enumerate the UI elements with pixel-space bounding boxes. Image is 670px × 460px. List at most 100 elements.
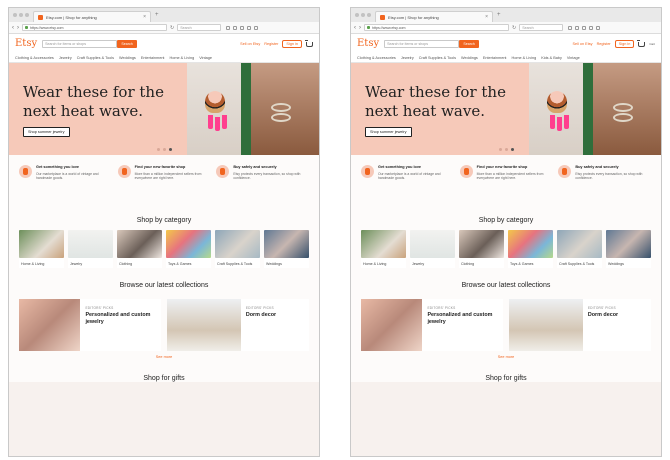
forward-icon[interactable]: › [17, 25, 19, 31]
category-tile[interactable]: Toys & Games [508, 230, 553, 268]
signin-button[interactable]: Sign in [614, 40, 635, 48]
header-links: Sell on Etsy Register Sign in [240, 39, 313, 48]
carousel-dots[interactable] [9, 148, 319, 151]
signin-button[interactable]: Sign in [282, 40, 302, 48]
window-controls[interactable] [355, 13, 371, 17]
window-controls[interactable] [13, 13, 29, 17]
category-tile[interactable]: Weddings [606, 230, 651, 268]
site-search-button[interactable]: Search [117, 40, 138, 48]
site-header: Etsy Search for items or shops Search Se… [9, 34, 319, 54]
category-nav-item[interactable]: Jewelry [401, 56, 414, 60]
site-search-button[interactable]: Search [459, 40, 480, 48]
browser-search-input[interactable]: Search [177, 24, 222, 31]
browser-toolbar: ‹ › https://www.etsy.com ↻ Search [9, 22, 319, 34]
tab-title: Etsy.com | Shop for anything [388, 14, 439, 20]
category-nav-item[interactable]: Clothing & Accessories [15, 56, 54, 60]
collections: EDITORS' PICKS Personalized and custom je… [9, 295, 319, 351]
category-nav-item[interactable]: Clothing & Accessories [357, 56, 396, 60]
home-icon[interactable] [247, 25, 252, 30]
register-link[interactable]: Register [264, 42, 278, 46]
bangle-graphic [613, 103, 633, 112]
carousel-dots[interactable] [351, 148, 661, 151]
bookmark-icon[interactable] [226, 25, 231, 30]
category-nav-item[interactable]: Weddings [461, 56, 478, 60]
category-tile[interactable]: Clothing [459, 230, 504, 268]
shop-by-category-title: Shop by category [136, 217, 192, 224]
category-nav-item[interactable]: Vintage [199, 56, 212, 60]
shop-for-gifts-title: Shop for gifts [143, 375, 185, 382]
collections: EDITORS' PICKS Personalized and custom je… [351, 295, 661, 351]
category-tile[interactable]: Home & Living [361, 230, 406, 268]
download-icon[interactable] [582, 25, 587, 30]
category-nav-item[interactable]: Vintage [567, 56, 580, 60]
reload-icon[interactable]: ↻ [512, 25, 516, 31]
etsy-logo[interactable]: Etsy [15, 39, 37, 49]
lock-icon [367, 26, 370, 29]
collection-card[interactable]: EDITORS' PICKS Personalized and custom je… [361, 299, 503, 351]
forward-icon[interactable]: › [359, 25, 361, 31]
see-more-link[interactable]: See more [9, 351, 319, 363]
browser-toolbar: ‹ › https://www.etsy.com ↻ Search [351, 22, 661, 34]
category-tile[interactable]: Jewelry [410, 230, 455, 268]
category-nav-item[interactable]: Craft Supplies & Tools [419, 56, 456, 60]
cart-icon[interactable] [637, 39, 646, 47]
category-tile[interactable]: Weddings [264, 230, 309, 268]
library-icon[interactable] [233, 25, 238, 30]
collection-image [19, 299, 81, 351]
site-search-input[interactable]: Search for items or shops [42, 40, 118, 48]
sell-link[interactable]: Sell on Etsy [573, 42, 593, 46]
download-icon[interactable] [240, 25, 245, 30]
close-tab-icon[interactable]: × [485, 14, 488, 20]
url-text: https://www.etsy.com [372, 25, 406, 30]
tab-title: Etsy.com | Shop for anything [46, 14, 97, 20]
tassel-graphic [222, 115, 227, 129]
category-tile[interactable]: Clothing [117, 230, 162, 268]
menu-icon[interactable] [596, 25, 601, 30]
reload-icon[interactable]: ↻ [170, 25, 174, 31]
category-nav-item[interactable]: Kids & Baby [541, 56, 562, 60]
hero-cta-button[interactable]: Shop summer jewelry [23, 127, 70, 137]
category-tile[interactable]: Craft Supplies & Tools [557, 230, 602, 268]
category-tile[interactable]: Craft Supplies & Tools [215, 230, 260, 268]
category-nav-item[interactable]: Entertainment [483, 56, 507, 60]
library-icon[interactable] [575, 25, 580, 30]
category-nav-item[interactable]: Weddings [119, 56, 136, 60]
category-tile[interactable]: Jewelry [68, 230, 113, 268]
browser-window-left: Etsy.com | Shop for anything × + ‹ › htt… [8, 7, 320, 457]
back-icon[interactable]: ‹ [12, 25, 14, 31]
see-more-link[interactable]: See more [351, 351, 661, 363]
category-tile[interactable]: Home & Living [19, 230, 64, 268]
menu-icon[interactable] [254, 25, 259, 30]
category-nav-item[interactable]: Craft Supplies & Tools [77, 56, 114, 60]
category-tile[interactable]: Toys & Games [166, 230, 211, 268]
category-nav-item[interactable]: Home & Living [169, 56, 194, 60]
etsy-logo[interactable]: Etsy [357, 39, 379, 49]
bookmark-icon[interactable] [568, 25, 573, 30]
home-icon[interactable] [589, 25, 594, 30]
etsy-page: Etsy Search for items or shops Search Se… [9, 34, 319, 382]
collection-card[interactable]: EDITORS' PICKS Dorm decor [509, 299, 651, 351]
value-prop: Get something you love Our marketplace is… [361, 165, 454, 213]
browser-tab[interactable]: Etsy.com | Shop for anything × [33, 11, 151, 22]
hero-banner: Wear these for the next heat wave. Shop … [351, 63, 661, 155]
category-nav-item[interactable]: Entertainment [141, 56, 165, 60]
collection-card[interactable]: EDITORS' PICKS Personalized and custom je… [19, 299, 161, 351]
sell-link[interactable]: Sell on Etsy [240, 42, 260, 46]
close-tab-icon[interactable]: × [143, 14, 146, 20]
earring-graphic [205, 91, 225, 113]
back-icon[interactable]: ‹ [354, 25, 356, 31]
browser-tab[interactable]: Etsy.com | Shop for anything × [375, 11, 493, 22]
category-tiles: Home & Living Jewelry Clothing Toys & Ga… [351, 230, 661, 268]
browser-search-input[interactable]: Search [519, 24, 564, 31]
new-tab-icon[interactable]: + [155, 12, 159, 18]
category-nav-item[interactable]: Home & Living [511, 56, 536, 60]
new-tab-icon[interactable]: + [497, 12, 501, 18]
site-search-input[interactable]: Search for items or shops [384, 40, 460, 48]
collection-card[interactable]: EDITORS' PICKS Dorm decor [167, 299, 309, 351]
address-bar[interactable]: https://www.etsy.com [22, 24, 167, 31]
hero-cta-button[interactable]: Shop summer jewelry [365, 127, 412, 137]
category-nav-item[interactable]: Jewelry [59, 56, 72, 60]
address-bar[interactable]: https://www.etsy.com [364, 24, 509, 31]
cart-icon[interactable] [305, 39, 313, 47]
register-link[interactable]: Register [597, 42, 611, 46]
